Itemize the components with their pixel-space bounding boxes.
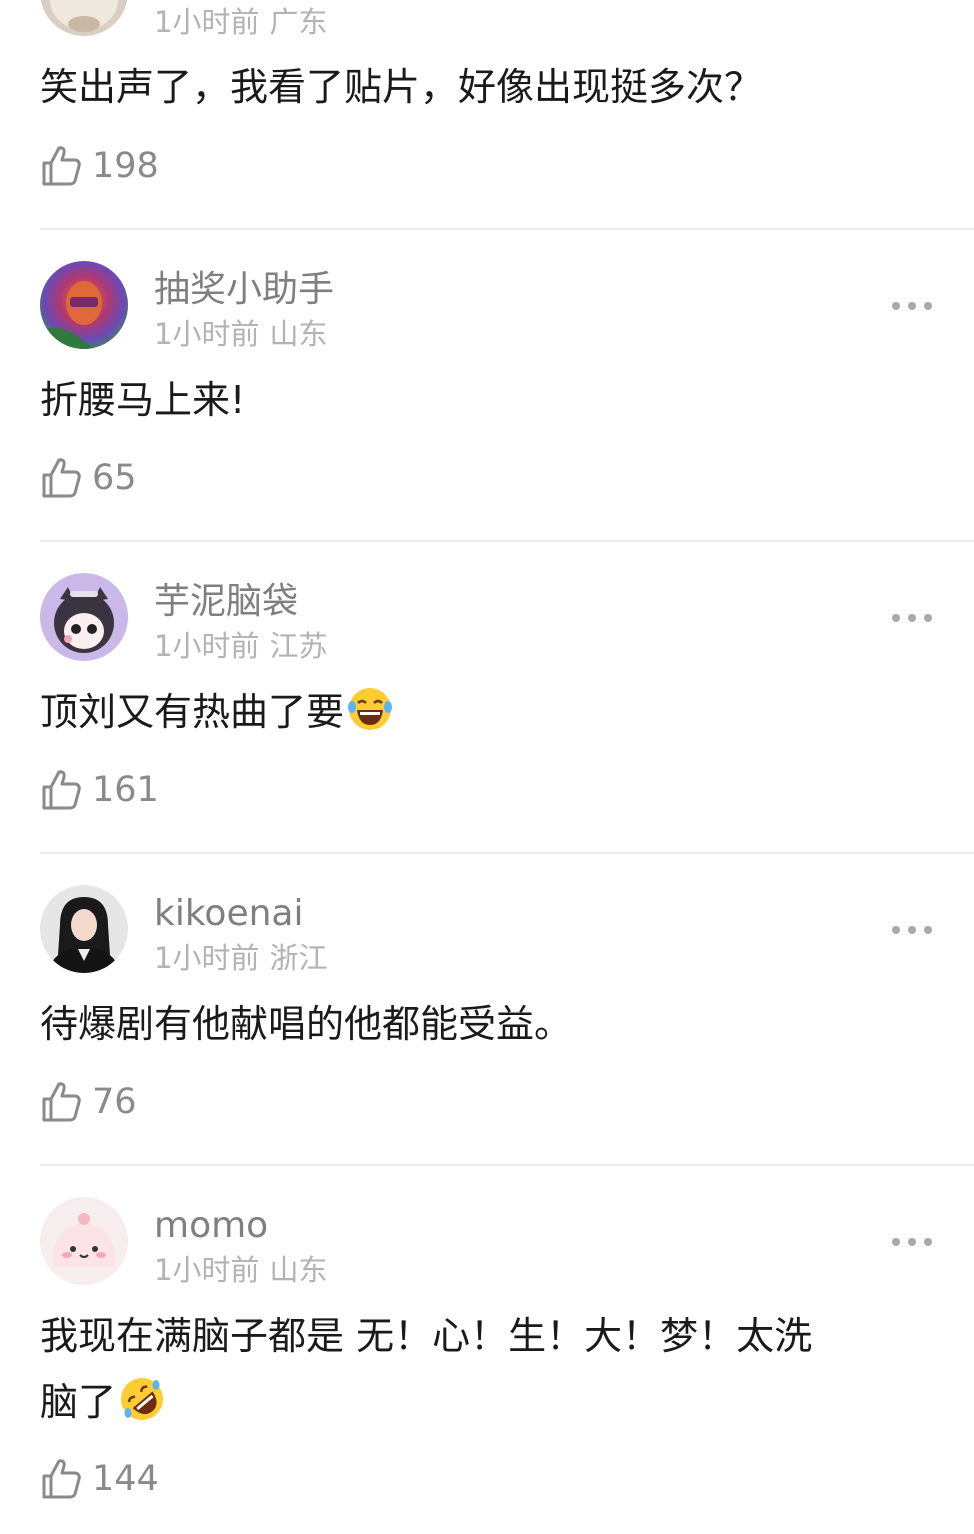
comment-time: 1小时前 — [154, 629, 260, 663]
more-dots-icon[interactable] — [888, 298, 936, 314]
comment-time: 1小时前 — [154, 317, 260, 351]
pink-blob-avatar-icon — [40, 1197, 128, 1285]
divider — [40, 228, 974, 230]
divider — [40, 540, 974, 542]
username[interactable]: 芋泥脑袋 — [154, 582, 298, 622]
avatar[interactable] — [40, 1197, 128, 1285]
comment-meta: 1小时前 广东 — [154, 6, 327, 38]
username[interactable]: momo — [154, 1206, 268, 1246]
more-dots-icon[interactable] — [888, 610, 936, 626]
psychedelic-avatar-icon — [40, 261, 128, 349]
rofl-emoji-icon — [121, 1378, 164, 1420]
thumbs-up-icon — [42, 146, 81, 186]
comment-text: 折腰马上来! — [40, 378, 246, 422]
comment-time: 1小时前 — [154, 5, 260, 39]
username[interactable]: 抽奖小助手 — [154, 270, 334, 310]
like-button[interactable]: 65 — [40, 456, 137, 500]
like-button[interactable]: 144 — [40, 1457, 159, 1501]
avatar[interactable] — [40, 885, 128, 973]
comment-text: 待爆剧有他献唱的他都能受益。 — [40, 1002, 573, 1046]
comment-time: 1小时前 — [154, 941, 260, 975]
anime-girl-avatar-icon — [40, 573, 128, 661]
comment-text: 笑出声了，我看了贴片，好像出现挺多次？ — [40, 65, 763, 109]
like-count: 198 — [92, 146, 159, 186]
like-count: 65 — [92, 458, 137, 498]
like-button[interactable]: 161 — [40, 768, 159, 812]
more-dots-icon[interactable] — [888, 922, 936, 938]
avatar[interactable] — [40, 0, 128, 36]
portrait-avatar-icon — [40, 885, 128, 973]
comment-text-line-2: 脑了 — [40, 1380, 117, 1424]
comment-region: 山东 — [269, 1253, 328, 1287]
avatar[interactable] — [40, 573, 128, 661]
comment-meta: 1小时前 浙江 — [154, 942, 327, 974]
comment-region: 江苏 — [269, 629, 328, 663]
more-dots-icon[interactable] — [888, 1234, 936, 1250]
comment-time: 1小时前 — [154, 1253, 260, 1287]
laughing-tears-emoji-icon — [348, 688, 393, 730]
divider — [40, 852, 974, 854]
comment-text: 我现在满脑子都是 无！心！生！大！梦！太洗 脑了 — [40, 1303, 940, 1435]
comment-region: 广东 — [269, 5, 328, 39]
username[interactable]: kikoenai — [154, 894, 303, 934]
thumbs-up-icon — [42, 770, 81, 810]
like-count: 161 — [92, 770, 159, 810]
like-button[interactable]: 76 — [40, 1080, 137, 1124]
cat-avatar-icon — [40, 0, 128, 36]
thumbs-up-icon — [42, 1082, 81, 1122]
like-count: 144 — [92, 1459, 159, 1499]
comment-text: 顶刘又有热曲了要 — [40, 679, 940, 745]
comment-meta: 1小时前 江苏 — [154, 630, 327, 662]
avatar[interactable] — [40, 261, 128, 349]
like-count: 76 — [92, 1082, 137, 1122]
comment-text-content: 顶刘又有热曲了要 — [40, 690, 345, 734]
thumbs-up-icon — [42, 458, 81, 498]
comment-text-line-1: 我现在满脑子都是 无！心！生！大！梦！太洗 — [40, 1314, 813, 1358]
divider — [40, 1164, 974, 1166]
comment-meta: 1小时前 山东 — [154, 1254, 327, 1286]
comment-meta: 1小时前 山东 — [154, 318, 327, 350]
comment-region: 山东 — [269, 317, 328, 351]
thumbs-up-icon — [42, 1459, 81, 1499]
comment-region: 浙江 — [269, 941, 328, 975]
like-button[interactable]: 198 — [40, 144, 159, 188]
